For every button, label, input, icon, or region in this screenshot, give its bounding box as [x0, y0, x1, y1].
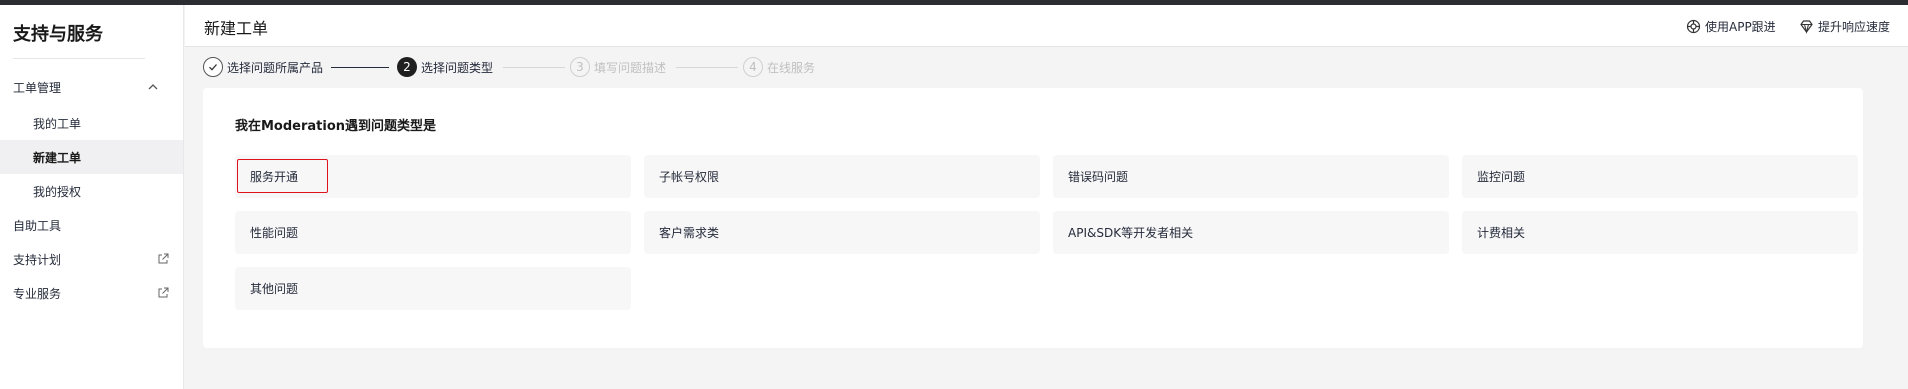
- sidebar-item-label: 专业服务: [13, 286, 62, 301]
- option-label: 监控问题: [1477, 170, 1526, 184]
- option-api-sdk-developer[interactable]: API&SDK等开发者相关: [1053, 211, 1449, 254]
- sidebar-item-new-ticket[interactable]: 新建工单: [0, 140, 183, 174]
- page-title: 新建工单: [204, 19, 269, 38]
- option-label: 性能问题: [250, 226, 299, 240]
- selection-highlight: [237, 159, 328, 193]
- sidebar-item-label: 我的工单: [33, 116, 82, 131]
- sidebar-title: 支持与服务: [13, 24, 103, 45]
- option-label: 其他问题: [250, 282, 299, 296]
- sidebar-item-label: 我的授权: [33, 184, 82, 199]
- option-label: 计费相关: [1477, 226, 1526, 240]
- sidebar-item-label: 支持计划: [13, 252, 62, 267]
- step-connector: [331, 67, 389, 68]
- issue-type-card: 我在Moderation遇到问题类型是 服务开通 子帐号权限 错误码问题 监控问…: [203, 88, 1863, 348]
- sidebar-item-my-authorizations[interactable]: 我的授权: [0, 174, 183, 208]
- step-label: 选择问题类型: [421, 60, 494, 75]
- option-performance[interactable]: 性能问题: [235, 211, 631, 254]
- sidebar-item-self-service-tools[interactable]: 自助工具: [0, 210, 183, 240]
- option-monitoring[interactable]: 监控问题: [1462, 155, 1858, 198]
- sidebar-item-label: 新建工单: [33, 150, 82, 165]
- option-label: API&SDK等开发者相关: [1068, 226, 1194, 240]
- step-number: 3: [570, 57, 590, 77]
- sidebar-group-ticket-management[interactable]: 工单管理: [0, 72, 183, 102]
- external-link-icon: [158, 253, 169, 264]
- step-connector: [503, 67, 565, 68]
- diamond-icon: [1800, 19, 1813, 34]
- option-error-code[interactable]: 错误码问题: [1053, 155, 1449, 198]
- sidebar: 支持与服务 工单管理 我的工单 新建工单 我的授权 自助工具 支持计划 专业服务: [0, 5, 184, 389]
- step-connector: [676, 67, 738, 68]
- sidebar-item-label: 自助工具: [13, 218, 62, 233]
- chevron-up-icon: [148, 84, 158, 90]
- option-label: 错误码问题: [1068, 170, 1129, 184]
- step-number: 4: [743, 57, 763, 77]
- sidebar-item-support-plans[interactable]: 支持计划: [0, 244, 183, 274]
- step-label: 填写问题描述: [594, 60, 667, 75]
- step-online-service: 4 在线服务: [743, 57, 815, 77]
- progress-steps: 选择问题所属产品 2 选择问题类型 3 填写问题描述 4 在线服务: [203, 57, 843, 77]
- check-icon: [203, 57, 223, 77]
- option-billing[interactable]: 计费相关: [1462, 211, 1858, 254]
- option-sub-account-permissions[interactable]: 子帐号权限: [644, 155, 1040, 198]
- sidebar-item-my-tickets[interactable]: 我的工单: [0, 106, 183, 140]
- option-label: 客户需求类: [659, 226, 720, 240]
- improve-response-label: 提升响应速度: [1818, 19, 1891, 34]
- external-link-icon: [158, 287, 169, 298]
- sidebar-group-label: 工单管理: [13, 80, 62, 95]
- step-select-product: 选择问题所属产品: [203, 57, 323, 77]
- sidebar-divider: [13, 58, 145, 59]
- sidebar-item-professional-services[interactable]: 专业服务: [0, 278, 183, 308]
- use-app-label: 使用APP跟进: [1705, 19, 1776, 34]
- option-service-activation[interactable]: 服务开通: [235, 155, 631, 198]
- option-label: 子帐号权限: [659, 170, 720, 184]
- step-describe-issue: 3 填写问题描述: [570, 57, 666, 77]
- step-label: 在线服务: [767, 60, 816, 75]
- step-select-issue-type: 2 选择问题类型: [397, 57, 493, 77]
- question-title: 我在Moderation遇到问题类型是: [235, 119, 437, 134]
- page-header: 新建工单 使用APP跟进 提升响应速度: [185, 5, 1908, 47]
- step-label: 选择问题所属产品: [227, 60, 324, 75]
- use-app-follow-up-link[interactable]: 使用APP跟进: [1686, 18, 1776, 34]
- option-other[interactable]: 其他问题: [235, 267, 631, 310]
- option-customer-requirements[interactable]: 客户需求类: [644, 211, 1040, 254]
- step-number: 2: [397, 57, 417, 77]
- app-icon: [1686, 19, 1701, 33]
- improve-response-speed-link[interactable]: 提升响应速度: [1799, 18, 1890, 34]
